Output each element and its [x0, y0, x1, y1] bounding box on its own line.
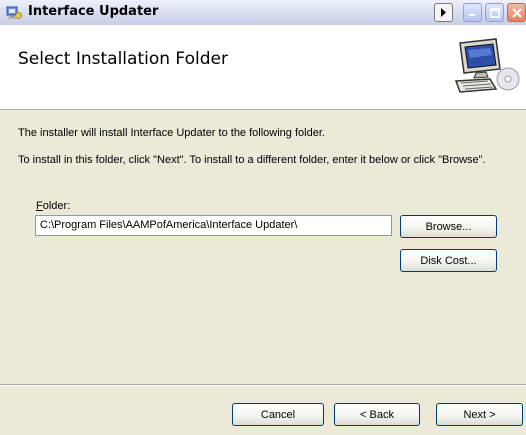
computer-cd-icon: [452, 35, 520, 99]
right-arrow-icon[interactable]: [434, 3, 453, 22]
title-bar[interactable]: Interface Updater: [0, 0, 526, 26]
folder-path-input[interactable]: C:\Program Files\AAMPofAmerica\Interface…: [35, 215, 392, 236]
window-title: Interface Updater: [28, 4, 159, 19]
next-button[interactable]: Next >: [436, 403, 523, 426]
folder-label-accelerator: F: [36, 200, 43, 212]
close-icon[interactable]: [507, 3, 526, 22]
disk-cost-button[interactable]: Disk Cost...: [400, 249, 497, 272]
footer-separator: [0, 384, 526, 386]
folder-label: Folder:: [36, 200, 70, 212]
installer-icon: [6, 4, 22, 20]
page-title: Select Installation Folder: [18, 49, 228, 69]
installer-window: Interface Updater Select Installation Fo…: [0, 0, 526, 435]
cancel-button[interactable]: Cancel: [232, 403, 324, 426]
folder-label-text: older:: [42, 200, 71, 212]
header-banner: Select Installation Folder: [0, 25, 526, 110]
minimize-icon[interactable]: [463, 3, 482, 22]
back-button[interactable]: < Back: [334, 403, 420, 426]
instructions-text: To install in this folder, click "Next".…: [18, 154, 486, 166]
browse-button[interactable]: Browse...: [400, 215, 497, 238]
maximize-icon[interactable]: [485, 3, 504, 22]
intro-text: The installer will install Interface Upd…: [18, 127, 325, 139]
